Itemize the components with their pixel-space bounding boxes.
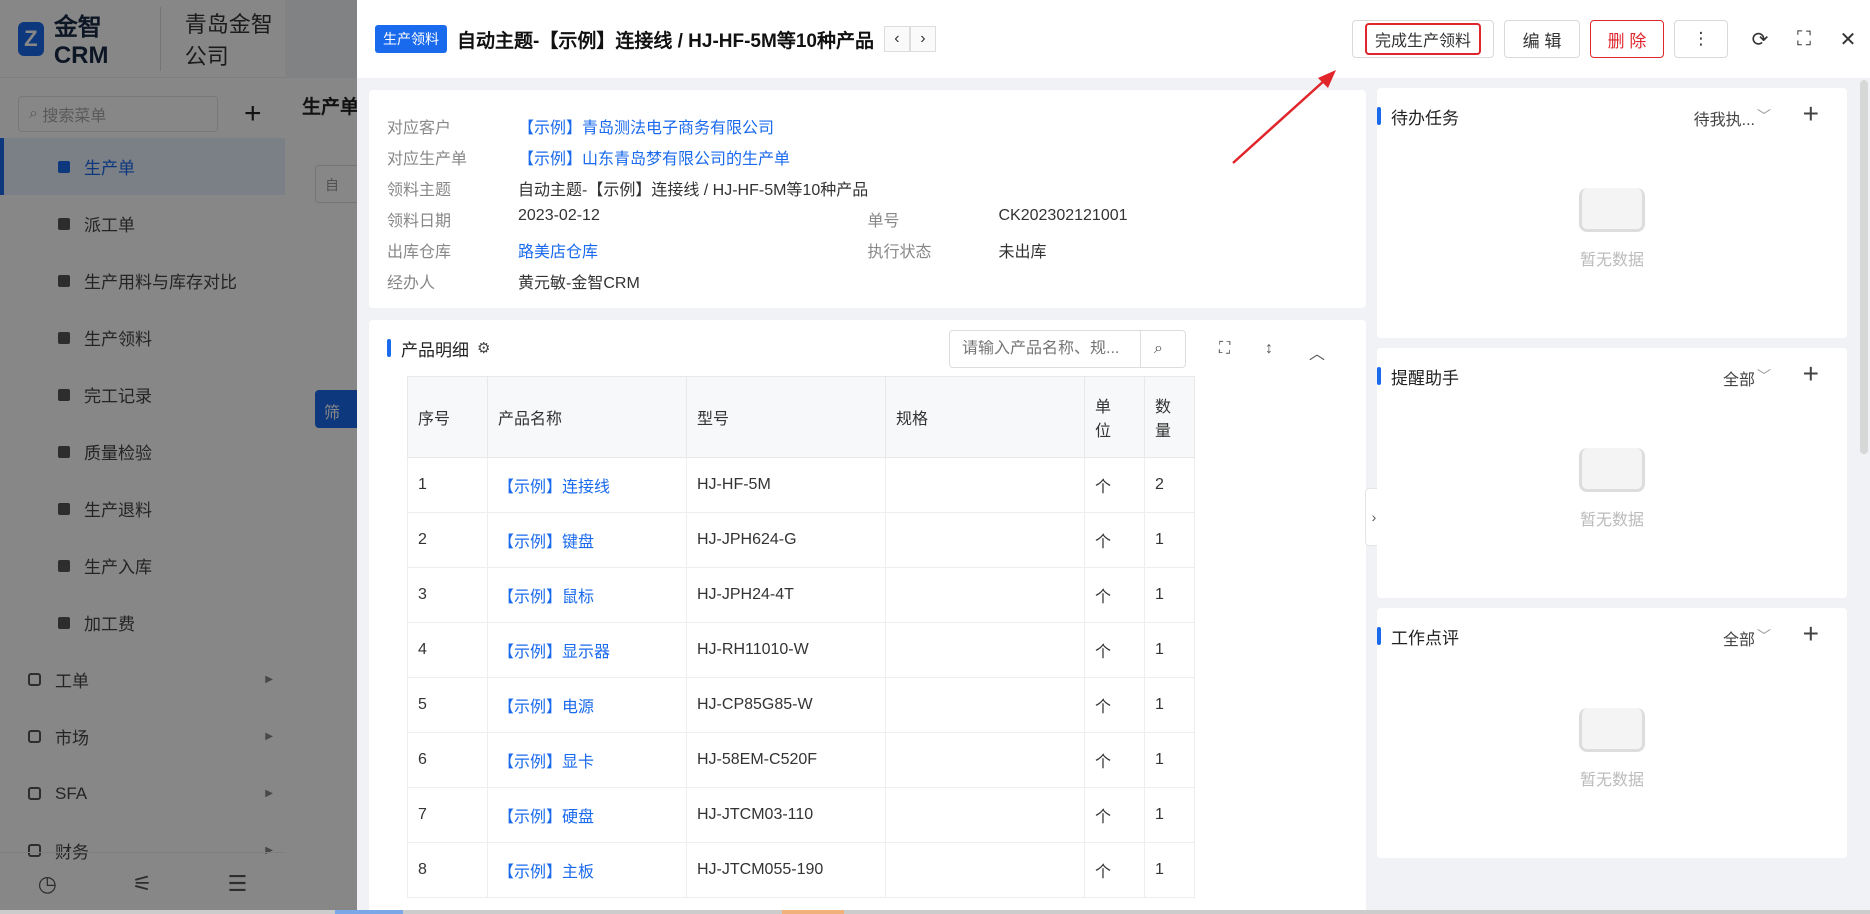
annotation-arrow-line (1232, 79, 1326, 164)
annotation-arrow (1232, 70, 1336, 164)
scroll-segment (782, 910, 844, 914)
scroll-segment (335, 910, 403, 914)
bottom-scrollbar (0, 910, 1870, 914)
